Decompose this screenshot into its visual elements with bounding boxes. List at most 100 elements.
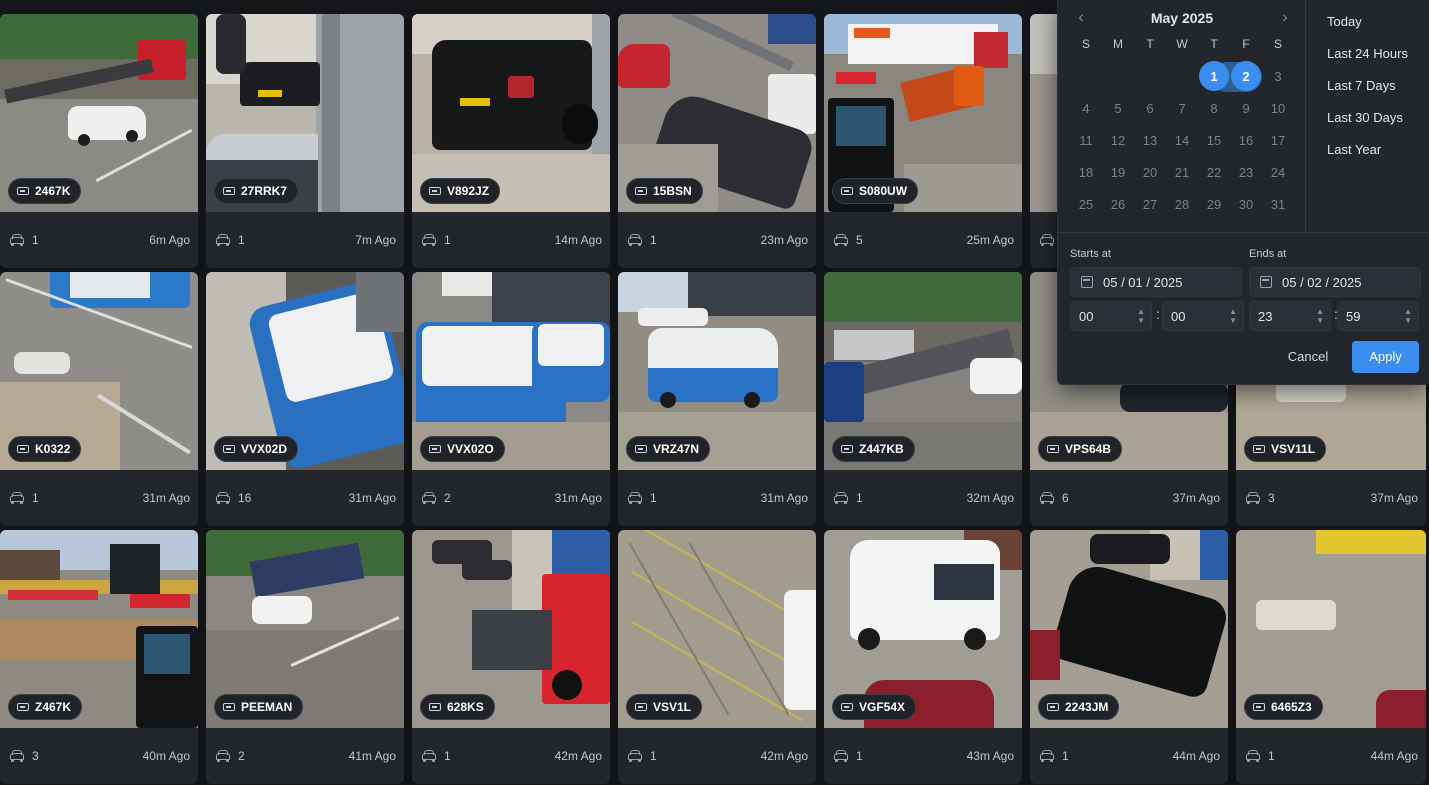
calendar-day[interactable]: 17: [1262, 124, 1294, 156]
time-ago: 6m Ago: [149, 233, 190, 247]
vehicle-card[interactable]: 628KS 1 42m Ago: [412, 530, 610, 784]
vehicle-card[interactable]: 27RRK7 1 7m Ago: [206, 14, 404, 268]
stepper-icon[interactable]: ▲ ▼: [1229, 307, 1237, 324]
cancel-button[interactable]: Cancel: [1278, 342, 1338, 372]
plate-text: 15BSN: [653, 184, 692, 198]
detection-count: 16: [238, 491, 252, 505]
plate-text: VRZ47N: [653, 442, 700, 456]
calendar-day[interactable]: 28: [1166, 188, 1198, 220]
vehicle-card[interactable]: VVX02D 16 31m Ago: [206, 272, 404, 526]
vehicle-card[interactable]: VVX02O 2 31m Ago: [412, 272, 610, 526]
quick-range-last-30-days[interactable]: Last 30 Days: [1307, 106, 1429, 138]
vehicle-card[interactable]: 6465Z3 1 44m Ago: [1236, 530, 1426, 784]
plate-text: 6465Z3: [1271, 700, 1312, 714]
calendar-day[interactable]: 23: [1230, 156, 1262, 188]
start-hour-value: 00: [1079, 308, 1094, 324]
vehicle-card[interactable]: VSV1L 1 42m Ago: [618, 530, 816, 784]
vehicle-card[interactable]: K0322 1 31m Ago: [0, 272, 198, 526]
plate-text: K0322: [35, 442, 71, 456]
calendar-day[interactable]: 24: [1262, 156, 1294, 188]
calendar-day[interactable]: 25: [1070, 188, 1102, 220]
quick-range-last-year[interactable]: Last Year: [1307, 138, 1429, 170]
vehicle-card[interactable]: 15BSN 1 23m Ago: [618, 14, 816, 268]
vehicle-card[interactable]: V892JZ 1 14m Ago: [412, 14, 610, 268]
quick-range-last-7-days[interactable]: Last 7 Days: [1307, 74, 1429, 106]
calendar-day[interactable]: 5: [1102, 92, 1134, 124]
end-minute-input[interactable]: 59 ▲ ▼: [1337, 301, 1419, 331]
calendar-day-selected[interactable]: 2: [1230, 60, 1262, 92]
car-icon: [422, 750, 436, 762]
calendar-day[interactable]: 29: [1198, 188, 1230, 220]
calendar-day[interactable]: 30: [1230, 188, 1262, 220]
stepper-icon[interactable]: ▲ ▼: [1137, 307, 1145, 324]
calendar-day[interactable]: 19: [1102, 156, 1134, 188]
time-ago: 37m Ago: [1370, 491, 1418, 505]
end-date-input[interactable]: 05 / 02 / 2025: [1249, 267, 1421, 297]
vehicle-card[interactable]: PEEMAN 2 41m Ago: [206, 530, 404, 784]
end-hour-value: 23: [1258, 308, 1273, 324]
plate-text: V892JZ: [447, 184, 490, 198]
calendar-day[interactable]: 9: [1230, 92, 1262, 124]
stepper-icon[interactable]: ▲ ▼: [1404, 307, 1412, 324]
calendar-day[interactable]: 22: [1198, 156, 1230, 188]
calendar-day[interactable]: 12: [1102, 124, 1134, 156]
car-icon: [216, 234, 230, 246]
calendar-day[interactable]: 8: [1198, 92, 1230, 124]
vehicle-card[interactable]: 2243JM 1 44m Ago: [1030, 530, 1228, 784]
vehicle-card[interactable]: Z447KB 1 32m Ago: [824, 272, 1022, 526]
calendar-day[interactable]: 27: [1134, 188, 1166, 220]
license-plate-badge: 2243JM: [1038, 694, 1120, 720]
vehicle-card[interactable]: S080UW 5 25m Ago: [824, 14, 1022, 268]
plate-text: VSV1L: [653, 700, 692, 714]
calendar-day[interactable]: 14: [1166, 124, 1198, 156]
plate-text: Z467K: [35, 700, 72, 714]
divider: [1058, 232, 1429, 233]
weekday-header: S M T W T F S: [1070, 34, 1294, 54]
calendar-day[interactable]: 10: [1262, 92, 1294, 124]
calendar-day[interactable]: 7: [1166, 92, 1198, 124]
calendar-day[interactable]: 15: [1198, 124, 1230, 156]
calendar-empty-cell: [1102, 60, 1134, 92]
calendar-day[interactable]: 6: [1134, 92, 1166, 124]
weekday-label: T: [1210, 37, 1218, 51]
chevron-right-icon[interactable]: ›: [1274, 6, 1296, 30]
calendar-day[interactable]: 13: [1134, 124, 1166, 156]
quick-range-today[interactable]: Today: [1307, 10, 1429, 42]
calendar-day[interactable]: 3: [1262, 60, 1294, 92]
calendar-day[interactable]: 16: [1230, 124, 1262, 156]
time-ago: 31m Ago: [760, 491, 808, 505]
start-date-input[interactable]: 05 / 01 / 2025: [1070, 267, 1242, 297]
detection-count: 1: [238, 233, 245, 247]
vehicle-card[interactable]: 2467K 1 6m Ago: [0, 14, 198, 268]
car-icon: [834, 234, 848, 246]
start-hour-input[interactable]: 00 ▲ ▼: [1070, 301, 1152, 331]
calendar-day-selected[interactable]: 1: [1198, 60, 1230, 92]
vehicle-card[interactable]: Z467K 3 40m Ago: [0, 530, 198, 784]
plate-icon: [841, 187, 853, 195]
stepper-icon[interactable]: ▲ ▼: [1316, 307, 1324, 324]
calendar-day[interactable]: 20: [1134, 156, 1166, 188]
license-plate-badge: 628KS: [420, 694, 495, 720]
plate-icon: [841, 445, 853, 453]
plate-icon: [429, 703, 441, 711]
end-hour-input[interactable]: 23 ▲ ▼: [1249, 301, 1331, 331]
plate-icon: [17, 703, 29, 711]
calendar-day[interactable]: 21: [1166, 156, 1198, 188]
weekday-label: F: [1242, 37, 1250, 51]
car-icon: [422, 234, 436, 246]
calendar-day[interactable]: 26: [1102, 188, 1134, 220]
time-ago: 44m Ago: [1370, 749, 1418, 763]
vehicle-card[interactable]: VGF54X 1 43m Ago: [824, 530, 1022, 784]
vehicle-card[interactable]: VRZ47N 1 31m Ago: [618, 272, 816, 526]
calendar-day[interactable]: 18: [1070, 156, 1102, 188]
license-plate-badge: K0322: [8, 436, 82, 462]
apply-button[interactable]: Apply: [1352, 341, 1419, 373]
calendar-icon: [1260, 276, 1272, 288]
calendar-day[interactable]: 11: [1070, 124, 1102, 156]
start-minute-input[interactable]: 00 ▲ ▼: [1162, 301, 1244, 331]
quick-range-last-24-hours[interactable]: Last 24 Hours: [1307, 42, 1429, 74]
plate-icon: [1253, 703, 1265, 711]
calendar-day[interactable]: 4: [1070, 92, 1102, 124]
plate-icon: [635, 187, 647, 195]
calendar-day[interactable]: 31: [1262, 188, 1294, 220]
